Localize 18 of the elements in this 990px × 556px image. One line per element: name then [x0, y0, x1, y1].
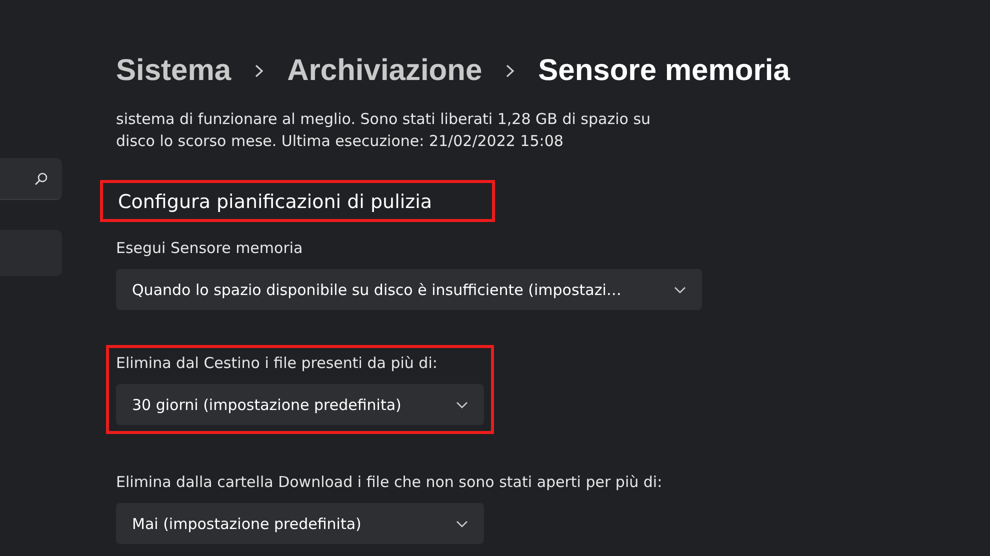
- breadcrumb-item: Sensore memoria: [538, 54, 790, 88]
- setting-label: Esegui Sensore memoria: [116, 239, 304, 257]
- chevron-down-icon: [456, 400, 468, 408]
- chevron-right-icon: [253, 64, 266, 78]
- dropdown[interactable]: Mai (impostazione predefinita): [116, 503, 484, 544]
- setting-label: Elimina dal Cestino i file presenti da più di:: [116, 354, 438, 372]
- section-heading: Configura pianificazioni di pulizia: [100, 180, 495, 222]
- setting-label: Elimina dalla cartella Download i file che non sono stati aperti per più di:: [116, 473, 662, 491]
- dropdown[interactable]: Quando lo spazio disponibile su disco è insufficiente (impostazi…: [116, 269, 702, 310]
- search-icon: [34, 172, 48, 186]
- breadcrumb-item[interactable]: Archiviazione: [287, 54, 482, 88]
- search-field[interactable]: [0, 158, 62, 200]
- dropdown[interactable]: 30 giorni (impostazione predefinita): [116, 384, 484, 425]
- chevron-down-icon: [674, 286, 686, 294]
- breadcrumb-item[interactable]: Sistema: [116, 54, 232, 88]
- chevron-right-icon: [504, 64, 516, 78]
- chevron-down-icon: [456, 520, 468, 528]
- description-text: sistema di funzionare al meglio. Sono stati liberati 1,28 GB di spazio su disco lo scorso mese. Ultima esecuzione: 21/02/2022 15:08: [116, 109, 652, 152]
